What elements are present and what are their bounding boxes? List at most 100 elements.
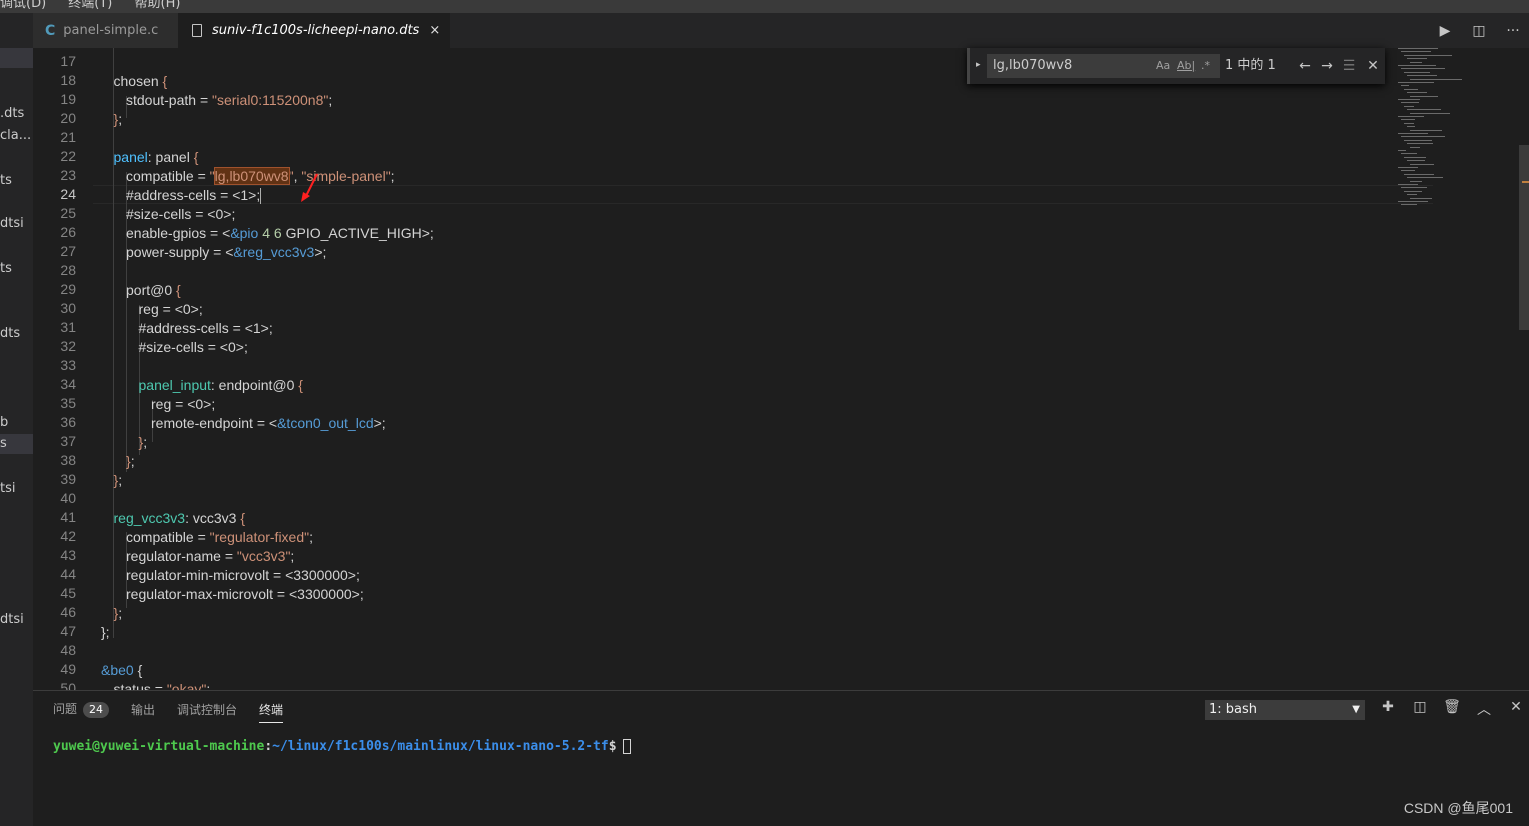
code-line[interactable]: #size-cells = <0>;: [126, 205, 235, 224]
minimap-line: [1410, 197, 1432, 199]
code-token: reg = <0>;: [138, 301, 203, 317]
sidebar-file-item[interactable]: b: [0, 415, 8, 430]
code-line[interactable]: compatible = "regulator-fixed";: [126, 528, 313, 547]
next-match-icon[interactable]: →: [1318, 54, 1336, 78]
code-token: &be0: [101, 662, 134, 678]
code-line[interactable]: power-supply = <&reg_vcc3v3>;: [126, 243, 326, 262]
sidebar-file-item[interactable]: dtsi: [0, 216, 24, 231]
code-line[interactable]: };: [114, 604, 123, 623]
code-line[interactable]: panel: panel {: [114, 148, 199, 167]
whole-word-icon[interactable]: Ab|: [1177, 54, 1195, 78]
regex-icon[interactable]: .*: [1201, 54, 1210, 78]
code-line[interactable]: remote-endpoint = <&tcon0_out_lcd>;: [151, 414, 386, 433]
close-panel-icon[interactable]: ✕: [1505, 699, 1527, 721]
minimap-line: [1410, 112, 1450, 114]
line-number: 27: [60, 243, 76, 259]
code-line[interactable]: #size-cells = <0>;: [139, 338, 248, 357]
line-number: 39: [60, 471, 76, 487]
code-line[interactable]: #address-cells = <1>;: [139, 319, 273, 338]
trash-icon[interactable]: 🗑: [1441, 699, 1463, 721]
code-line[interactable]: panel_input: endpoint@0 {: [139, 376, 303, 395]
minimap-line: [1404, 156, 1426, 158]
sidebar-file-item[interactable]: .dts: [0, 106, 24, 121]
maximize-panel-icon[interactable]: ︿: [1473, 699, 1495, 721]
tab-suniv-dts[interactable]: suniv-f1c100s-licheepi-nano.dts ×: [178, 13, 450, 48]
tab-panel-simple-c[interactable]: C panel-simple.c: [33, 13, 178, 48]
minimap-line: [1407, 177, 1443, 179]
sidebar-file-item[interactable]: s: [0, 436, 7, 451]
tab-label: suniv-f1c100s-licheepi-nano.dts: [212, 23, 420, 38]
new-terminal-icon[interactable]: ✚: [1377, 699, 1399, 721]
code-token: regulator-max-microvolt = <3300000>;: [126, 586, 364, 602]
code-token: : panel: [147, 149, 194, 165]
line-number: 28: [60, 262, 76, 278]
minimap-line: [1404, 88, 1418, 90]
sidebar-file-item[interactable]: dts: [0, 326, 20, 341]
code-line[interactable]: &be0 {: [101, 661, 142, 680]
menu-debug[interactable]: 调试(D): [0, 0, 46, 11]
code-token: panel: [113, 149, 148, 165]
code-token: regulator-name =: [126, 548, 237, 564]
text-cursor: [260, 188, 262, 205]
find-in-selection-icon[interactable]: ☰: [1340, 54, 1358, 78]
code-token: ;: [309, 529, 313, 545]
tab-output[interactable]: 输出: [131, 701, 155, 718]
code-token: {: [193, 149, 199, 165]
code-line[interactable]: reg_vcc3v3: vcc3v3 {: [114, 509, 246, 528]
code-line[interactable]: regulator-max-microvolt = <3300000>;: [126, 585, 364, 604]
tab-debug-console[interactable]: 调试控制台: [177, 701, 237, 718]
menu-help[interactable]: 帮助(H): [135, 0, 181, 11]
code-line[interactable]: chosen {: [114, 72, 168, 91]
code-line[interactable]: #address-cells = <1>;: [126, 186, 262, 205]
line-number: 43: [60, 547, 76, 563]
sidebar-file-item[interactable]: ts: [0, 173, 12, 188]
more-actions-icon[interactable]: ···: [1503, 23, 1523, 39]
line-number: 41: [60, 509, 76, 525]
code-line[interactable]: regulator-min-microvolt = <3300000>;: [126, 566, 360, 585]
code-line[interactable]: status = "okay";: [114, 680, 211, 690]
close-find-icon[interactable]: ✕: [1364, 54, 1382, 78]
split-terminal-icon[interactable]: ◫: [1409, 699, 1431, 721]
code-line[interactable]: stdout-path = "serial0:115200n8";: [126, 91, 332, 110]
code-line[interactable]: regulator-name = "vcc3v3";: [126, 547, 294, 566]
minimap[interactable]: [1398, 48, 1518, 218]
code-line[interactable]: };: [126, 452, 135, 471]
code-line[interactable]: compatible = "lg,lb070wv8", "simple-pane…: [126, 167, 395, 186]
minimap-line: [1401, 85, 1409, 87]
toggle-replace-icon[interactable]: ▸: [976, 60, 981, 70]
line-number: 29: [60, 281, 76, 297]
code-token: &pio: [230, 225, 259, 241]
previous-match-icon[interactable]: ←: [1296, 54, 1314, 78]
sidebar-file-item[interactable]: ts: [0, 261, 12, 276]
close-icon[interactable]: ×: [429, 23, 440, 38]
tab-terminal[interactable]: 终端: [259, 701, 284, 723]
code-line[interactable]: };: [101, 623, 110, 642]
code-token: >;: [314, 244, 327, 260]
sidebar-file-item[interactable]: tsi: [0, 481, 15, 496]
code-line[interactable]: reg = <0>;: [139, 300, 203, 319]
sidebar-file-item[interactable]: dtsi: [0, 612, 24, 627]
code-line[interactable]: reg = <0>;: [151, 395, 215, 414]
code-token: ;: [118, 605, 123, 621]
scrollbar-thumb[interactable]: [1519, 145, 1529, 330]
minimap-line: [1401, 170, 1415, 172]
match-case-icon[interactable]: Aa: [1156, 54, 1170, 78]
prompt-user: yuwei@yuwei-virtual-machine: [53, 739, 265, 754]
code-area[interactable]: chosen {stdout-path = "serial0:115200n8"…: [101, 48, 1389, 690]
menu-terminal[interactable]: 终端(T): [68, 0, 112, 11]
code-line[interactable]: };: [114, 471, 123, 490]
code-line[interactable]: enable-gpios = <&pio 4 6 GPIO_ACTIVE_HIG…: [126, 224, 434, 243]
sidebar-file-item[interactable]: cla...: [0, 128, 31, 143]
minimap-line: [1410, 146, 1420, 148]
split-editor-icon[interactable]: ◫: [1469, 23, 1489, 39]
code-token: reg = <0>;: [151, 396, 216, 412]
run-icon[interactable]: ▶: [1435, 23, 1455, 39]
code-line[interactable]: port@0 {: [126, 281, 181, 300]
code-token: >;: [373, 415, 386, 431]
code-line[interactable]: };: [114, 110, 123, 129]
code-line[interactable]: };: [139, 433, 148, 452]
tab-problems[interactable]: 问题 24: [53, 700, 110, 718]
terminal-select[interactable]: 1: bash ▼: [1205, 700, 1365, 720]
terminal-output[interactable]: yuwei@yuwei-virtual-machine:~/linux/f1c1…: [53, 739, 631, 754]
code-editor[interactable]: 17 18 19 20 21 22 23 24 25 26 27 28 29 30 31 32 33 34 35 36…: [33, 48, 1529, 690]
